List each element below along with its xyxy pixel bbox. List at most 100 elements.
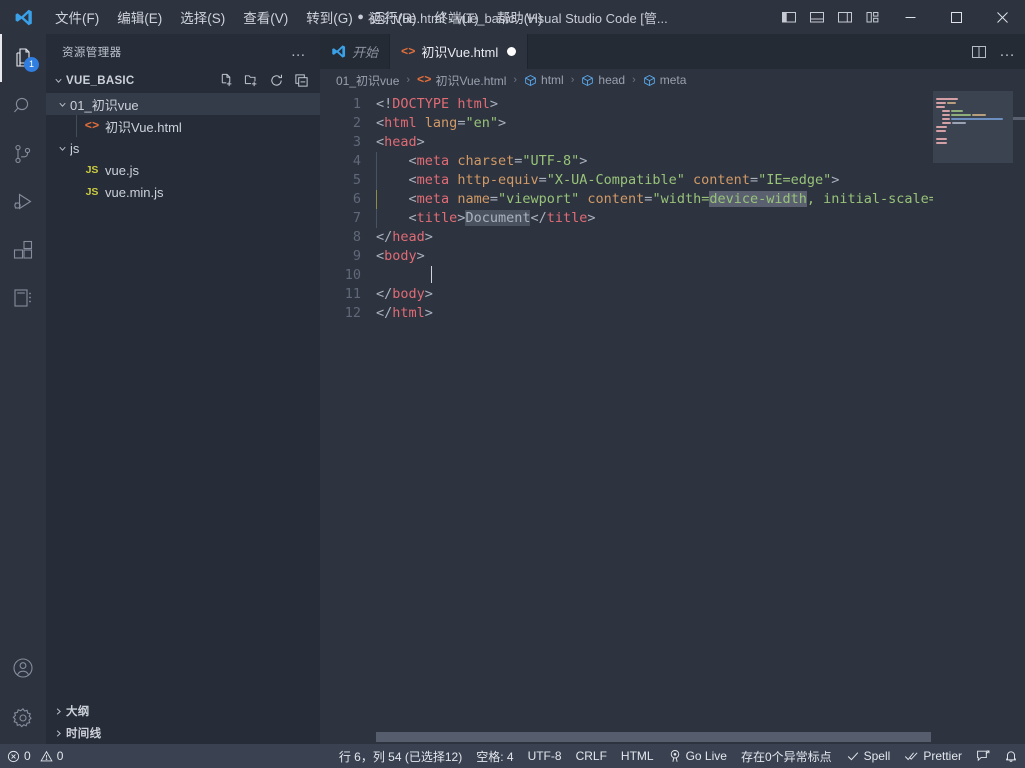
activity-search[interactable] xyxy=(0,82,46,130)
editor-word-match: Document xyxy=(465,210,531,226)
editor-horizontal-scrollbar[interactable] xyxy=(320,732,1025,744)
line-number-gutter: 1 2 3 4 5 6 7 8 9 10 11 12 xyxy=(320,91,372,744)
status-eol[interactable]: CRLF xyxy=(569,744,614,768)
breadcrumb-label: head xyxy=(598,73,626,87)
status-language-mode[interactable]: HTML xyxy=(614,744,661,768)
breadcrumb-folder[interactable]: 01_初识vue xyxy=(334,72,401,89)
line-number: 4 xyxy=(352,153,361,169)
tab-dirty-indicator[interactable] xyxy=(507,47,517,56)
status-go-live[interactable]: Go Live xyxy=(661,744,734,768)
activity-source-control[interactable] xyxy=(0,130,46,178)
maximize-button[interactable] xyxy=(933,0,979,34)
workbench-body: 1 资源管理器 … VUE_BASIC 01_初识vue <> 初识Vue.ht… xyxy=(0,34,1025,744)
new-folder-icon[interactable] xyxy=(240,70,262,92)
sidebar-more-actions-icon[interactable]: … xyxy=(285,44,312,59)
menu-file[interactable]: 文件(F) xyxy=(46,0,108,34)
tree-item-js[interactable]: js xyxy=(46,137,320,159)
menu-edit[interactable]: 编辑(E) xyxy=(108,0,171,34)
activity-accounts[interactable] xyxy=(0,644,46,692)
menu-run[interactable]: 运行(R) xyxy=(362,0,426,34)
activity-remote-explorer[interactable] xyxy=(0,274,46,322)
status-problems[interactable]: 0 0 xyxy=(0,744,70,768)
line-number: 2 xyxy=(352,115,361,131)
menu-view[interactable]: 查看(V) xyxy=(234,0,297,34)
status-spell-checker[interactable]: Spell xyxy=(839,744,898,768)
status-feedback[interactable] xyxy=(969,744,997,768)
menu-go[interactable]: 转到(G) xyxy=(297,0,362,34)
vscode-logo-icon xyxy=(0,0,46,34)
line-number: 5 xyxy=(352,172,361,188)
code-line-9: <body> xyxy=(376,248,425,264)
title-bar: 文件(F) 编辑(E) 选择(S) 查看(V) 转到(G) 运行(R) 终端(T… xyxy=(0,0,1025,34)
text-caret xyxy=(430,266,432,283)
tree-item-01-chushi-vue[interactable]: 01_初识vue xyxy=(46,93,320,115)
code-line-4: <meta charset="UTF-8"> xyxy=(372,152,1025,171)
status-label: Go Live xyxy=(685,749,727,763)
toggle-secondary-sidebar-icon[interactable] xyxy=(831,0,859,34)
code-line-10 xyxy=(372,266,1025,285)
sidebar-section-timeline[interactable]: 时间线 xyxy=(46,722,320,744)
editor-overview-ruler[interactable] xyxy=(1013,91,1025,744)
error-count: 0 xyxy=(24,749,31,763)
menu-help[interactable]: 帮助(H) xyxy=(488,0,552,34)
explorer-folder-header[interactable]: VUE_BASIC xyxy=(46,69,320,92)
activity-manage[interactable] xyxy=(0,692,46,744)
toggle-primary-sidebar-icon[interactable] xyxy=(775,0,803,34)
status-tabnine[interactable]: 存在0个异常标点 xyxy=(734,744,839,768)
symbol-icon xyxy=(581,74,594,87)
refresh-explorer-icon[interactable] xyxy=(265,70,287,92)
customize-layout-icon[interactable] xyxy=(859,0,887,34)
html-icon: <> xyxy=(417,73,432,87)
status-encoding[interactable]: UTF-8 xyxy=(521,744,569,768)
editor-horizontal-scrollbar-thumb[interactable] xyxy=(376,732,931,742)
line-number: 7 xyxy=(352,210,361,226)
breadcrumb-file[interactable]: <> 初识Vue.html xyxy=(415,72,508,89)
breadcrumb-label: 01_初识vue xyxy=(336,73,400,88)
tree-item-chushivue-html[interactable]: <> 初识Vue.html xyxy=(46,115,320,137)
code-line-5: <meta http-equiv="X-UA-Compatible" conte… xyxy=(372,171,1025,190)
close-button[interactable] xyxy=(979,0,1025,34)
warning-count: 0 xyxy=(56,749,64,763)
tree-item-vue-js[interactable]: JS vue.js xyxy=(46,159,320,181)
minimap[interactable] xyxy=(933,91,1013,744)
line-number: 1 xyxy=(352,96,361,112)
line-number: 11 xyxy=(344,286,361,302)
sidebar-section-label: 大纲 xyxy=(66,706,90,718)
menu-terminal[interactable]: 终端(T) xyxy=(426,0,488,34)
breadcrumb-symbol-meta[interactable]: meta xyxy=(641,73,689,87)
status-indentation[interactable]: 空格: 4 xyxy=(469,744,520,768)
menu-selection[interactable]: 选择(S) xyxy=(171,0,234,34)
breadcrumb-symbol-html[interactable]: html xyxy=(522,73,566,87)
breadcrumb: 01_初识vue › <> 初识Vue.html › html › head ›… xyxy=(320,69,1025,91)
html-icon: <> xyxy=(401,44,416,59)
breadcrumb-symbol-head[interactable]: head xyxy=(579,73,627,87)
symbol-icon xyxy=(643,74,656,87)
editor-body[interactable]: 1 2 3 4 5 6 7 8 9 10 11 12 <!DOCTYPE htm… xyxy=(320,91,1025,744)
collapse-folders-icon[interactable] xyxy=(290,70,312,92)
code-line-7: <title>Document</title> xyxy=(372,209,1025,228)
tab-welcome[interactable]: 开始 xyxy=(320,34,391,69)
status-cursor-position[interactable]: 行 6，列 54 (已选择12) xyxy=(332,744,469,768)
activity-explorer[interactable]: 1 xyxy=(0,34,46,82)
tree-item-vue-min-js[interactable]: JS vue.min.js xyxy=(46,181,320,203)
breadcrumb-label: meta xyxy=(659,73,687,87)
split-editor-right-icon[interactable] xyxy=(965,34,993,69)
activity-extensions[interactable] xyxy=(0,226,46,274)
warning-icon xyxy=(40,750,53,763)
editor-more-actions-icon[interactable]: … xyxy=(993,34,1021,69)
minimize-button[interactable] xyxy=(887,0,933,34)
code-content[interactable]: <!DOCTYPE html> <html lang="en"> <head> … xyxy=(372,91,1025,744)
activity-bar: 1 xyxy=(0,34,46,744)
sidebar-section-outline[interactable]: 大纲 xyxy=(46,700,320,722)
sidebar-title: 资源管理器 … xyxy=(46,34,320,69)
tree-item-label: 初识Vue.html xyxy=(105,119,182,135)
new-file-icon[interactable] xyxy=(215,70,237,92)
status-prettier[interactable]: Prettier xyxy=(897,744,969,768)
toggle-panel-icon[interactable] xyxy=(803,0,831,34)
explorer-sidebar: 资源管理器 … VUE_BASIC 01_初识vue <> 初识Vue.html… xyxy=(46,34,320,744)
status-notifications[interactable] xyxy=(997,744,1025,768)
breadcrumb-separator: › xyxy=(406,74,411,86)
tree-item-label: js xyxy=(70,140,80,156)
activity-run-debug[interactable] xyxy=(0,178,46,226)
tab-chushivue-html[interactable]: <> 初识Vue.html xyxy=(390,34,529,69)
